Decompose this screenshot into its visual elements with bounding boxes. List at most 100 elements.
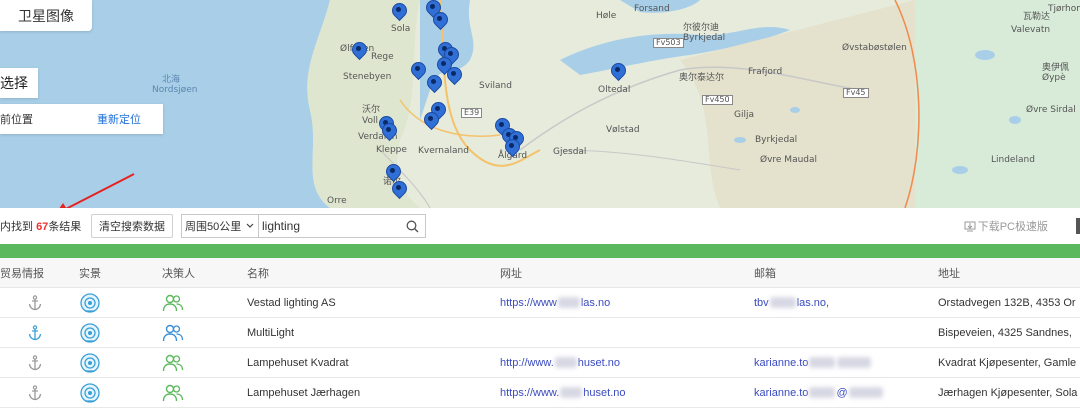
- street-view-icon[interactable]: [78, 348, 102, 377]
- table-row[interactable]: MultiLight Bispeveien, 4325 Sandnes,: [0, 318, 1080, 348]
- table-row[interactable]: Vestad lighting AS https://www las.no tbv…: [0, 288, 1080, 318]
- decision-maker-icon[interactable]: [162, 378, 202, 407]
- map-label: Øypè: [1042, 73, 1066, 83]
- map-pin[interactable]: [424, 112, 437, 130]
- address-text: Jærhagen Kjøpesenter, Sola: [938, 386, 1078, 399]
- search-value: lighting: [262, 219, 301, 233]
- map-label: Gilja: [734, 110, 754, 120]
- header-street-view[interactable]: 实景: [78, 258, 102, 287]
- result-count-text: 内找到 67条结果: [0, 221, 82, 233]
- decision-maker-icon[interactable]: [162, 318, 202, 347]
- map-label: Øvre Maudal: [760, 155, 818, 165]
- map-label: Rege: [371, 52, 394, 62]
- company-name: Vestad lighting AS: [247, 296, 336, 309]
- map-label-sea: 北海: [162, 75, 181, 85]
- map-pin[interactable]: [386, 164, 399, 182]
- table-header-row: 贸易情报 实景 决策人 名称 网址 邮箱 地址: [0, 258, 1080, 288]
- download-icon: [964, 221, 976, 231]
- download-pc-button[interactable]: 下载PC极速版: [964, 218, 1048, 234]
- anchor-icon[interactable]: [0, 318, 70, 347]
- map-label: Byrkjedal: [755, 135, 798, 145]
- map-label: Byrkjedal: [683, 33, 726, 43]
- road-shield: E39: [461, 108, 483, 118]
- relocate-button[interactable]: 重新定位: [97, 111, 141, 127]
- search-icon[interactable]: [406, 220, 419, 233]
- street-view-icon[interactable]: [78, 318, 102, 347]
- website-link[interactable]: http://www. huset.no: [500, 348, 740, 377]
- map-label-sea: Nordsjøen: [152, 85, 198, 95]
- satellite-image-button[interactable]: 卫星图像: [0, 0, 92, 31]
- email-link[interactable]: tbv las.no,: [754, 288, 924, 317]
- clear-search-button[interactable]: 清空搜索数据: [91, 214, 173, 238]
- table-row[interactable]: Lampehuset Kvadrat http://www. huset.no k…: [0, 348, 1080, 378]
- decision-maker-icon[interactable]: [162, 348, 202, 377]
- anchor-icon[interactable]: [0, 348, 70, 377]
- select-label: 选择: [0, 75, 28, 91]
- satellite-image-label: 卫星图像: [18, 7, 74, 24]
- result-count: 67: [36, 221, 49, 233]
- header-name[interactable]: 名称: [247, 258, 487, 287]
- select-panel[interactable]: 选择: [0, 68, 38, 98]
- progress-bar: [0, 244, 1080, 258]
- chevron-down-icon: [246, 223, 254, 228]
- map-label: Øvre Sirdal: [1026, 105, 1076, 115]
- anchor-icon[interactable]: [0, 288, 70, 317]
- header-email[interactable]: 邮箱: [754, 258, 924, 287]
- map-label: Kvernaland: [418, 146, 469, 156]
- map-label: Oltedal: [598, 85, 631, 95]
- map-label: Gjesdal: [553, 147, 587, 157]
- map-pin[interactable]: [433, 12, 446, 30]
- download-label: 下载PC极速版: [977, 221, 1048, 233]
- decision-maker-icon[interactable]: [162, 288, 202, 317]
- website-link[interactable]: https://www las.no: [500, 288, 740, 317]
- map-label: Sviland: [479, 81, 512, 91]
- website-link[interactable]: https://www. huset.no: [500, 378, 740, 407]
- header-address[interactable]: 地址: [938, 258, 1080, 287]
- street-view-icon[interactable]: [78, 288, 102, 317]
- map-label: Orre: [327, 196, 347, 206]
- map-pin[interactable]: [427, 75, 440, 93]
- address-text: Bispeveien, 4325 Sandnes,: [938, 326, 1072, 339]
- map-label: 尔彼尔迪: [683, 23, 720, 33]
- map-label: 奥尔泰达尔: [679, 73, 725, 83]
- map-pin[interactable]: [447, 67, 460, 85]
- header-decision-maker[interactable]: 决策人: [162, 258, 202, 287]
- address-text: Kvadrat Kjøpesenter, Gamle: [938, 356, 1077, 369]
- results-table: 贸易情报 实景 决策人 名称 网址 邮箱 地址 Vestad lighting …: [0, 258, 1080, 409]
- map-label: Valevatn: [1011, 25, 1051, 35]
- email-link[interactable]: karianne.to: [754, 348, 924, 377]
- current-location-label: 前位置: [0, 114, 33, 126]
- map-pin[interactable]: [352, 42, 365, 60]
- address-text: Orstadvegen 132B, 4353 Or: [938, 296, 1076, 309]
- table-row[interactable]: Lampehuset Jærhagen https://www. huset.no…: [0, 378, 1080, 408]
- map-pin[interactable]: [505, 139, 518, 157]
- result-toolbar: 内找到 67条结果 清空搜索数据 周围50公里 lighting 下载PC极速版: [0, 208, 1080, 244]
- map-pin[interactable]: [411, 62, 424, 80]
- company-name: Lampehuset Kvadrat: [247, 356, 349, 369]
- anchor-icon[interactable]: [0, 378, 70, 407]
- header-trade-intel[interactable]: 贸易情报: [0, 258, 70, 287]
- map-label: Frafjord: [748, 67, 783, 77]
- company-name: Lampehuset Jærhagen: [247, 386, 361, 399]
- road-shield: Fv503: [653, 38, 684, 48]
- street-view-icon[interactable]: [78, 378, 102, 407]
- map-pin[interactable]: [392, 181, 405, 199]
- location-panel: 前位置 重新定位: [0, 104, 163, 134]
- map-label: 奥伊佩: [1042, 63, 1070, 73]
- map-label: 沃尔: [362, 105, 381, 115]
- map-pin[interactable]: [382, 123, 395, 141]
- map-label: Forsand: [634, 4, 670, 14]
- header-url[interactable]: 网址: [500, 258, 740, 287]
- map-label: 瓦勒达: [1023, 12, 1051, 22]
- website-link[interactable]: [500, 318, 740, 347]
- road-shield: Fv450: [702, 95, 733, 105]
- email-link[interactable]: [754, 318, 924, 347]
- map-view[interactable]: Sola Rege Stenebyen Forsand Høle 尔彼尔迪 By…: [0, 0, 1080, 208]
- map-label: Høle: [596, 11, 617, 21]
- search-input[interactable]: lighting: [259, 214, 426, 238]
- map-pin[interactable]: [392, 3, 405, 21]
- map-pin[interactable]: [611, 63, 624, 81]
- map-label: Tjørhom: [1048, 4, 1080, 14]
- radius-select[interactable]: 周围50公里: [181, 214, 259, 238]
- email-link[interactable]: karianne.to @: [754, 378, 924, 407]
